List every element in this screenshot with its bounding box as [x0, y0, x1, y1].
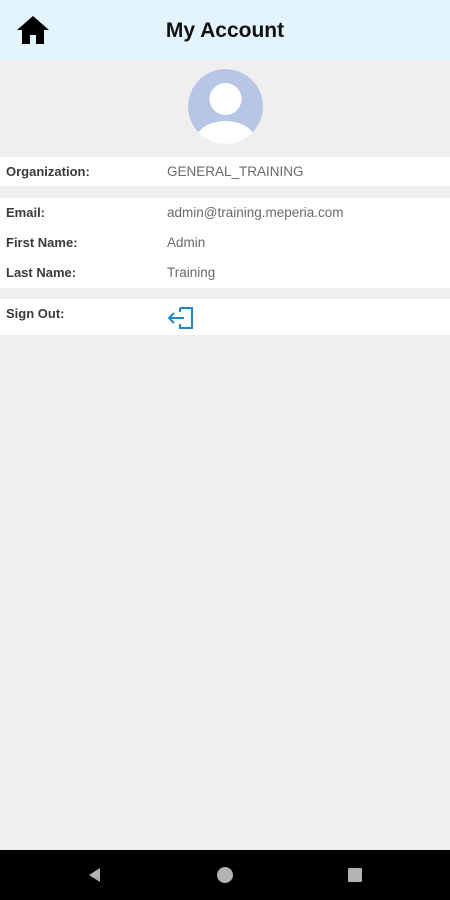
- user-details-section: Email: admin@training.meperia.com First …: [0, 198, 450, 288]
- first-name-row: First Name: Admin: [0, 228, 450, 258]
- last-name-value: Training: [167, 265, 216, 280]
- last-name-label: Last Name:: [6, 265, 77, 280]
- organization-label: Organization:: [6, 164, 90, 179]
- first-name-label: First Name:: [6, 235, 78, 250]
- nav-recents-button[interactable]: [325, 850, 385, 900]
- system-nav-bar: [0, 850, 450, 900]
- back-triangle-icon: [89, 868, 100, 882]
- page-title: My Account: [165, 19, 285, 42]
- sign-out-section: Sign Out:: [0, 299, 450, 335]
- sign-out-label: Sign Out:: [6, 306, 65, 321]
- organization-row: Organization: GENERAL_TRAINING: [0, 157, 450, 187]
- user-avatar-icon: [188, 69, 263, 144]
- recents-square-icon: [348, 868, 362, 882]
- sign-out-icon: [167, 307, 193, 329]
- home-circle-icon: [217, 867, 233, 883]
- home-icon: [17, 16, 49, 44]
- email-label: Email:: [6, 205, 46, 220]
- organization-value: GENERAL_TRAINING: [167, 164, 304, 179]
- app-header: My Account: [0, 0, 450, 60]
- nav-back-button[interactable]: [65, 850, 125, 900]
- sign-out-row: Sign Out:: [0, 299, 450, 329]
- email-row: Email: admin@training.meperia.com: [0, 198, 450, 228]
- last-name-row: Last Name: Training: [0, 258, 450, 288]
- home-button[interactable]: [16, 14, 50, 46]
- email-value: admin@training.meperia.com: [167, 205, 344, 220]
- organization-section: Organization: GENERAL_TRAINING: [0, 157, 450, 186]
- nav-home-button[interactable]: [195, 850, 255, 900]
- first-name-value: Admin: [167, 235, 206, 250]
- profile-avatar: [188, 69, 263, 144]
- sign-out-button[interactable]: [166, 303, 196, 333]
